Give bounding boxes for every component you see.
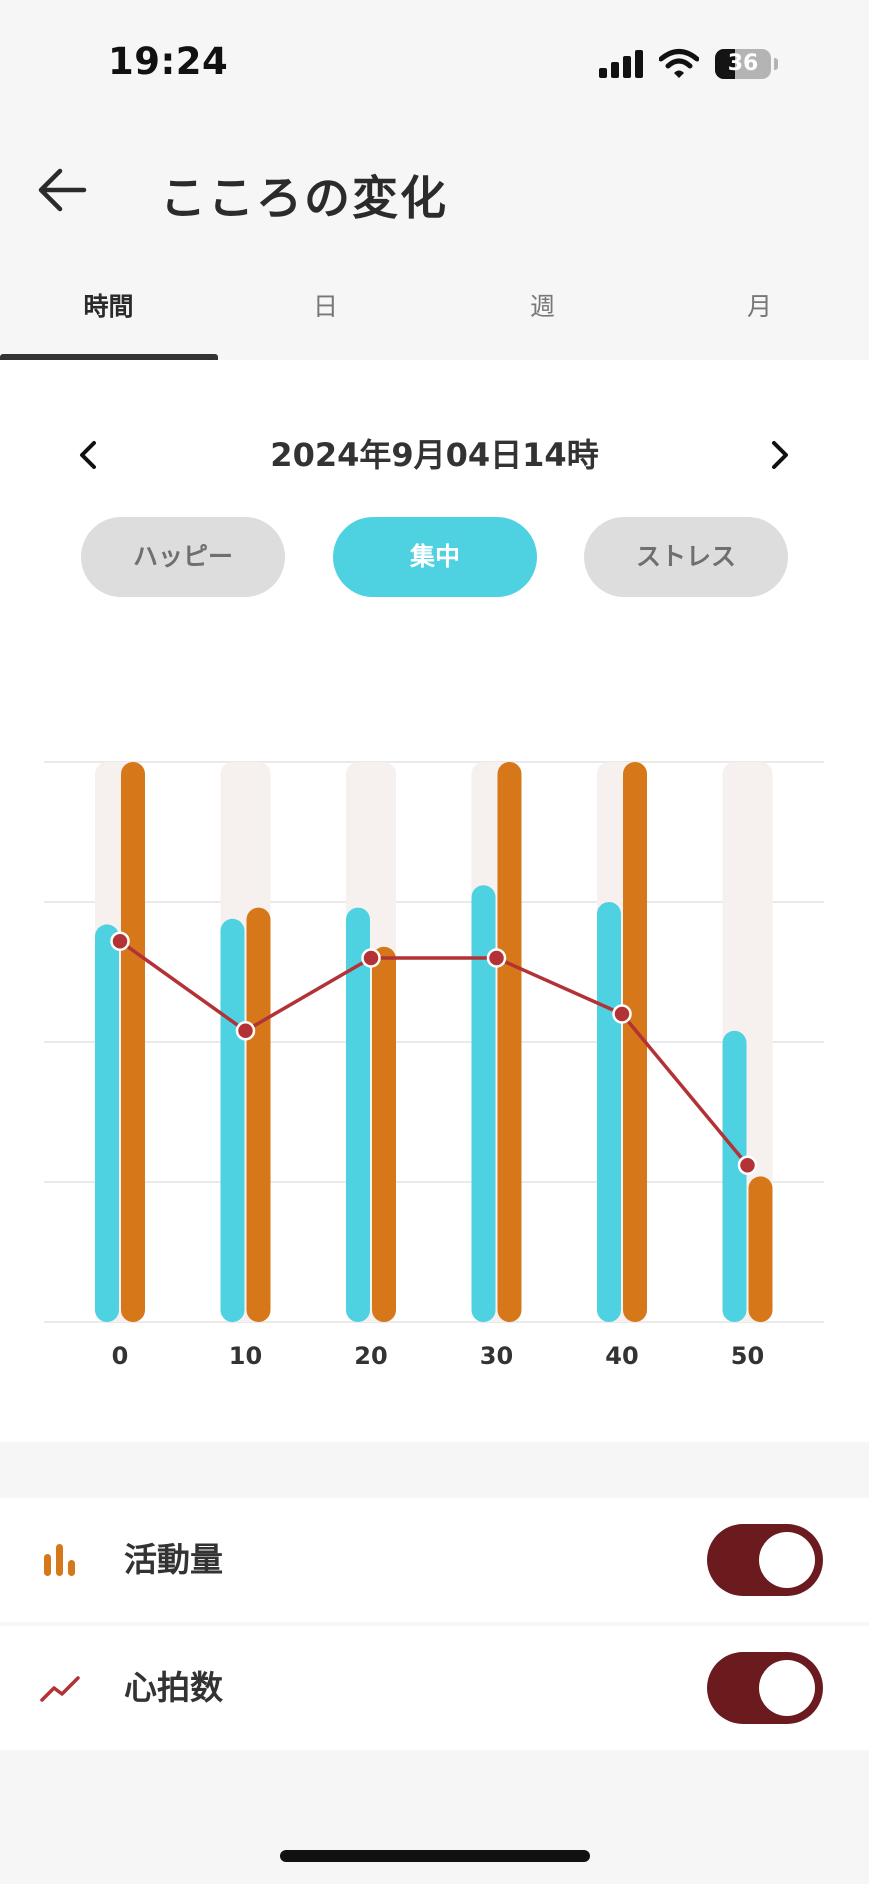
focus-chart: 0 10 20 30 40 50 xyxy=(44,761,824,1370)
status-icons: 36 xyxy=(599,46,799,82)
heart-rate-point xyxy=(612,1004,632,1024)
battery-tip xyxy=(774,58,778,70)
toggle-knob xyxy=(759,1532,815,1588)
heart-rate-point xyxy=(361,948,381,968)
chevron-right-icon xyxy=(772,441,788,469)
mode-stress-button[interactable]: ストレス xyxy=(584,517,788,597)
activity-bar xyxy=(121,762,145,1322)
tab-hour[interactable]: 時間 xyxy=(0,270,217,360)
activity-label: 活動量 xyxy=(124,1540,223,1579)
date-navigator: 2024年9月04日14時 xyxy=(0,420,869,490)
focus-bar xyxy=(95,924,119,1322)
heart-rate-point xyxy=(235,1021,256,1041)
previous-date-button[interactable] xyxy=(68,430,108,480)
legend-row-heart-rate: 心拍数 xyxy=(0,1626,869,1750)
activity-bar xyxy=(748,1176,773,1322)
mode-happy-button[interactable]: ハッピー xyxy=(81,517,285,597)
cellular-signal-icon xyxy=(599,50,643,78)
chevron-left-icon xyxy=(80,441,96,469)
next-date-button[interactable] xyxy=(760,430,800,480)
activity-toggle[interactable] xyxy=(707,1524,823,1596)
battery-percentage: 36 xyxy=(727,51,759,76)
heart-rate-toggle[interactable] xyxy=(707,1652,823,1724)
x-tick-label: 20 xyxy=(354,1342,387,1370)
x-tick-label: 50 xyxy=(731,1342,764,1370)
tab-month[interactable]: 月 xyxy=(651,270,868,360)
bar-chart-icon xyxy=(44,1544,75,1576)
heart-rate-point xyxy=(737,1155,758,1175)
focus-bar xyxy=(722,1030,747,1322)
page-title: こころの変化 xyxy=(160,171,448,225)
heart-rate-line xyxy=(118,939,749,1167)
heart-rate-label: 心拍数 xyxy=(124,1668,223,1707)
toggle-knob xyxy=(759,1660,815,1716)
focus-bar xyxy=(597,902,621,1322)
tab-day[interactable]: 日 xyxy=(217,270,434,360)
focus-bar xyxy=(220,918,245,1322)
back-button[interactable] xyxy=(30,160,94,220)
period-tabs: 時間 日 週 月 xyxy=(0,270,869,360)
activity-bar xyxy=(497,762,522,1322)
x-tick-label: 40 xyxy=(605,1342,638,1370)
heart-rate-point xyxy=(110,931,130,951)
x-tick-label: 30 xyxy=(480,1342,513,1370)
mood-selector: ハッピー 集中 ストレス xyxy=(0,517,869,597)
tab-week[interactable]: 週 xyxy=(434,270,651,360)
mode-focus-button[interactable]: 集中 xyxy=(333,517,537,597)
arrow-left-icon xyxy=(38,168,87,212)
activity-bar xyxy=(246,907,271,1322)
date-label: 2024年9月04日14時 xyxy=(270,436,599,474)
battery-icon: 36 xyxy=(715,49,771,79)
chart-card: 2024年9月04日14時 ハッピー 集中 ストレス 0 10 20 30 40 50 xyxy=(0,360,869,1442)
header: こころの変化 xyxy=(0,140,869,250)
legend-row-activity: 活動量 xyxy=(0,1498,869,1622)
home-indicator xyxy=(280,1850,590,1862)
heart-rate-point xyxy=(486,948,507,968)
status-time: 19:24 xyxy=(108,40,229,83)
status-bar: 19:24 36 xyxy=(0,0,869,130)
wifi-icon xyxy=(659,49,699,78)
activity-bar xyxy=(372,946,396,1322)
x-tick-label: 0 xyxy=(112,1342,129,1370)
x-tick-label: 10 xyxy=(229,1342,262,1370)
line-chart-icon xyxy=(40,1676,80,1702)
